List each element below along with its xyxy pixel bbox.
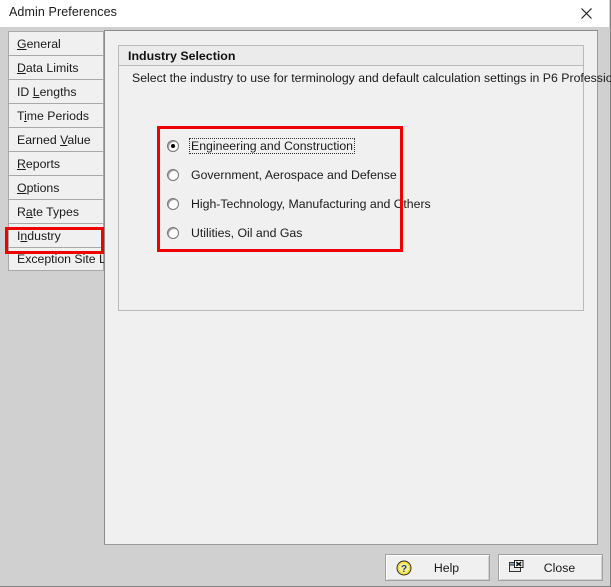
window-title: Admin Preferences — [9, 5, 117, 19]
tab-exception-site-list[interactable]: Exception Site List — [8, 247, 118, 271]
radio-button-icon[interactable] — [167, 227, 179, 239]
tab-earned-value[interactable]: Earned Value — [8, 127, 104, 151]
tab-industry[interactable]: Industry — [8, 223, 104, 247]
tab-reports[interactable]: Reports — [8, 151, 104, 175]
industry-selection-groupbox: Industry Selection Select the industry t… — [118, 45, 611, 311]
tab-label: Reports — [17, 156, 61, 171]
tab-label: Industry — [17, 228, 61, 243]
radio-option-label: Engineering and Construction — [189, 138, 356, 154]
tab-options[interactable]: Options — [8, 175, 104, 199]
content-panel: Industry Selection Select the industry t… — [104, 30, 611, 545]
tab-rate-types[interactable]: Rate Types — [8, 199, 104, 223]
radio-option-high-technology-manufacturing-and-others[interactable]: High-Technology, Manufacturing and Other… — [167, 196, 433, 212]
admin-preferences-dialog: Admin Preferences General Data Limits ID… — [0, 0, 611, 587]
tab-label: General — [17, 36, 61, 51]
radio-button-icon[interactable] — [167, 198, 179, 210]
title-bar: Admin Preferences — [0, 0, 609, 28]
tab-label: Time Periods — [17, 108, 89, 123]
tab-time-periods[interactable]: Time Periods — [8, 103, 104, 127]
tab-label: Options — [17, 180, 60, 195]
tab-label: Exception Site List — [17, 252, 119, 266]
radio-button-icon[interactable] — [167, 169, 179, 181]
tab-label: Data Limits — [17, 60, 79, 75]
tab-general[interactable]: General — [8, 31, 104, 55]
radio-button-icon[interactable] — [167, 140, 179, 152]
help-question-icon: ? — [395, 559, 412, 576]
close-window-icon — [508, 559, 525, 576]
groupbox-header: Industry Selection — [119, 46, 583, 66]
svg-text:?: ? — [400, 564, 406, 575]
help-button[interactable]: ? Help — [385, 554, 490, 581]
tab-data-limits[interactable]: Data Limits — [8, 55, 104, 79]
radio-option-government-aerospace-and-defense[interactable]: Government, Aerospace and Defense — [167, 167, 399, 183]
radio-option-utilities-oil-and-gas[interactable]: Utilities, Oil and Gas — [167, 225, 304, 241]
tab-id-lengths[interactable]: ID Lengths — [8, 79, 104, 103]
radio-option-engineering-and-construction[interactable]: Engineering and Construction — [167, 138, 356, 154]
tab-label: Earned Value — [17, 132, 91, 147]
close-button[interactable]: Close — [498, 554, 603, 581]
close-x-icon[interactable] — [563, 0, 609, 27]
industry-radio-group: Engineering and Construction Government,… — [157, 126, 431, 252]
tab-label: Rate Types — [17, 204, 79, 219]
groupbox-description: Select the industry to use for terminolo… — [132, 71, 611, 85]
preferences-tab-list: General Data Limits ID Lengths Time Peri… — [8, 31, 118, 271]
radio-option-label: Utilities, Oil and Gas — [191, 226, 303, 240]
radio-option-label: Government, Aerospace and Defense — [191, 168, 397, 182]
tab-label: ID Lengths — [17, 84, 77, 99]
radio-option-label: High-Technology, Manufacturing and Other… — [191, 197, 431, 211]
